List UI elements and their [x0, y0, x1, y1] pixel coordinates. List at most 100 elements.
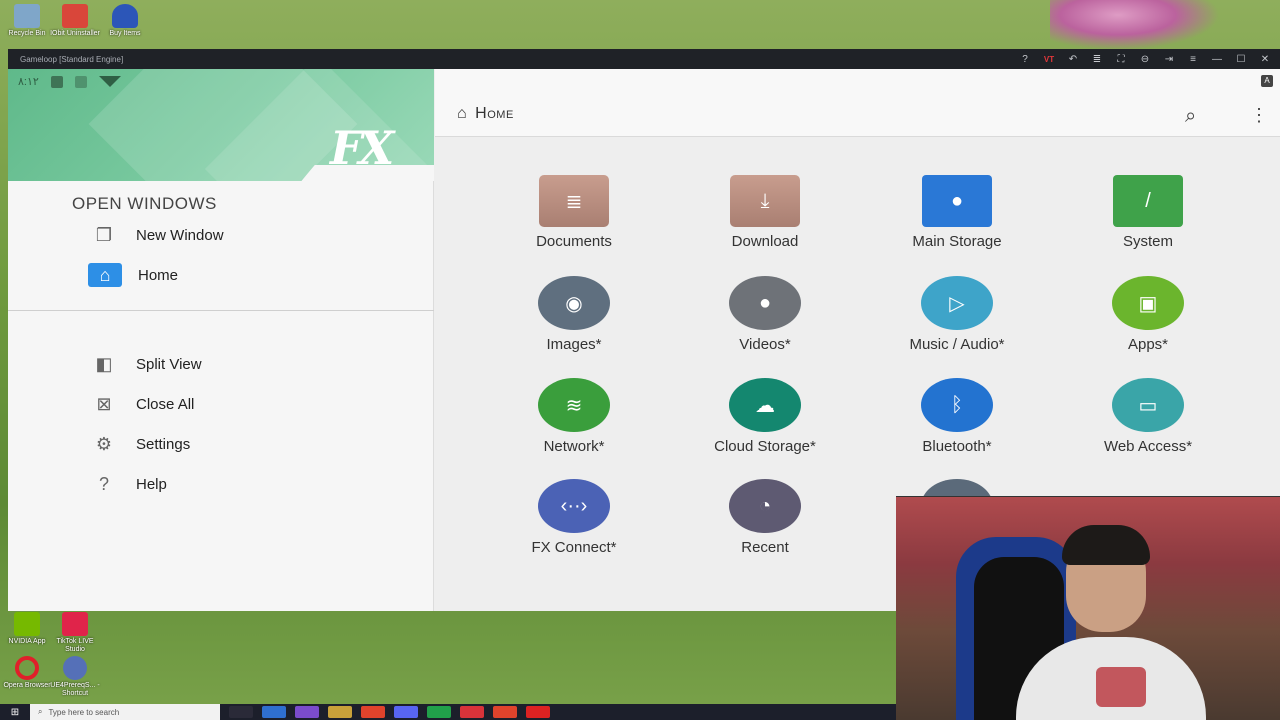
apps-icon: ▣ — [1112, 276, 1184, 330]
drawer-item-label: New Window — [136, 226, 224, 244]
minimize-icon[interactable]: — — [1208, 54, 1226, 65]
drawer-item-label: Home — [138, 266, 179, 284]
location-item[interactable]: ▭ Web Access* — [1073, 378, 1223, 455]
location-item[interactable]: ▣ Apps* — [1073, 276, 1223, 353]
windows-taskbar: ⊞ ⌕ Type here to search — [0, 704, 896, 720]
toolbar: A ⌂ Home ⌕ ⋮ — [435, 69, 1280, 137]
location-item[interactable]: ◔ Recent — [690, 479, 840, 556]
taskbar-app-icon[interactable] — [328, 706, 352, 718]
location-label: Apps* — [1127, 336, 1169, 353]
drawer-header: ٨:١٢ FX — [8, 69, 434, 181]
desktop-icon-ue4[interactable]: UE4PrereqS... - Shortcut — [48, 656, 102, 698]
windows-start-icon[interactable]: ⊞ — [0, 707, 30, 718]
recycle-bin-icon — [14, 4, 40, 28]
close-icon[interactable]: ✕ — [1256, 54, 1274, 65]
keyboard-badge: A — [1261, 75, 1273, 87]
taskbar-app-icon[interactable] — [427, 706, 451, 718]
location-label: Documents — [536, 233, 612, 250]
toolbox-icon[interactable]: ≣ — [1088, 54, 1106, 65]
buy-icon — [112, 4, 138, 28]
network-icon: ≋ — [538, 378, 610, 432]
desktop-icon-tiktok[interactable]: TikTok LIVE Studio — [48, 612, 102, 654]
ue4-icon — [63, 656, 87, 680]
desktop-icon-nvidia[interactable]: NVIDIA App — [0, 612, 54, 646]
iobit-icon — [62, 4, 88, 28]
drawer-item-home[interactable]: ⌂ Home — [88, 261, 178, 289]
system-icon: / — [1113, 175, 1183, 227]
drawer-item-label: Help — [136, 475, 167, 493]
location-label: Images* — [546, 336, 602, 353]
vt-icon[interactable]: VT — [1040, 55, 1058, 64]
taskbar-search-placeholder: Type here to search — [48, 707, 120, 717]
recent-icon: ◔ — [729, 479, 801, 533]
close-all-icon: ⊠ — [96, 393, 112, 414]
location-label: Videos* — [739, 336, 791, 353]
search-icon[interactable]: ⌕ — [1185, 105, 1196, 128]
location-item[interactable]: ≋ Network* — [499, 378, 649, 455]
wifi-icon — [98, 76, 121, 87]
taskbar-app-icon[interactable] — [262, 706, 286, 718]
split-view-icon: ◧ — [95, 353, 113, 374]
drawer-item-settings[interactable]: ⚙ Settings — [88, 430, 190, 458]
taskbar-app-icon[interactable] — [295, 706, 319, 718]
drawer-item-label: Settings — [136, 435, 191, 453]
desktop-icon-opera[interactable]: Opera Browser — [0, 656, 54, 690]
drawer-item-help[interactable]: ? Help — [88, 470, 167, 498]
taskbar-app-icon[interactable] — [460, 706, 484, 718]
location-label: Download — [731, 233, 799, 250]
drawer-item-new-window[interactable]: ❐ New Window — [88, 221, 224, 249]
more-vert-icon[interactable]: ⋮ — [1250, 105, 1268, 126]
documents-icon: ≣ — [539, 175, 609, 227]
desktop-icon-label: NVIDIA App — [8, 638, 46, 645]
sidebar-toggle-icon[interactable]: ⇥ — [1160, 54, 1178, 65]
navigation-drawer: ٨:١٢ FX OPEN WINDOWS ❐ New Window ⌂ Home… — [8, 69, 434, 611]
taskbar-app-icon[interactable] — [361, 706, 385, 718]
no-sim-icon — [74, 75, 87, 88]
taskbar-app-icon[interactable] — [229, 706, 253, 718]
help-icon[interactable]: ? — [1016, 54, 1034, 65]
location-item[interactable]: ‹··› FX Connect* — [499, 479, 649, 556]
menu-icon[interactable]: ≡ — [1184, 54, 1202, 65]
desktop-icon-iobit[interactable]: IObit Uninstaller — [48, 4, 102, 38]
webcam-shirt-logo — [1096, 667, 1146, 707]
section-title-open-windows: OPEN WINDOWS — [72, 194, 217, 213]
cloud-storage-icon: ☁ — [729, 378, 801, 432]
wallpaper-flower — [1050, 0, 1220, 50]
screenshot-icon[interactable]: ⊖ — [1136, 54, 1154, 65]
fullscreen-icon[interactable]: ⛶ — [1112, 54, 1130, 65]
drawer-item-close-all[interactable]: ⊠ Close All — [88, 390, 194, 418]
gear-icon: ⚙ — [95, 433, 113, 454]
location-item[interactable]: ◉ Images* — [499, 276, 649, 353]
drawer-divider — [8, 310, 434, 311]
desktop-icon-label: Recycle Bin — [8, 30, 46, 37]
desktop-icon-recycle-bin[interactable]: Recycle Bin — [0, 4, 54, 38]
fx-logo: FX — [330, 121, 394, 175]
desktop-icon-label: IObit Uninstaller — [50, 30, 100, 37]
drawer-item-split-view[interactable]: ◧ Split View — [88, 350, 201, 378]
desktop-icon-label: UE4PrereqS... - Shortcut — [50, 682, 100, 697]
taskbar-app-icon[interactable] — [493, 706, 517, 718]
breadcrumb-label: Home — [475, 105, 514, 122]
desktop-icon-buy[interactable]: Buy Items — [98, 4, 152, 38]
location-label: Main Storage — [912, 233, 1002, 250]
location-item[interactable]: ⤓ Download — [690, 175, 840, 250]
maximize-icon[interactable]: ☐ — [1232, 54, 1250, 65]
emulator-titlebar: Gameloop [Standard Engine] ? VT ↶ ≣ ⛶ ⊖ … — [8, 49, 1280, 69]
notification-icon — [50, 75, 63, 88]
location-item[interactable]: ▷ Music / Audio* — [882, 276, 1032, 353]
location-item[interactable]: ● Videos* — [690, 276, 840, 353]
location-label: Recent — [741, 539, 789, 556]
taskbar-search[interactable]: ⌕ Type here to search — [30, 704, 220, 720]
taskbar-app-icon[interactable] — [394, 706, 418, 718]
breadcrumb[interactable]: ⌂ Home — [457, 105, 514, 123]
undo-icon[interactable]: ↶ — [1064, 54, 1082, 65]
fx-connect-icon: ‹··› — [538, 479, 610, 533]
location-item[interactable]: ≣ Documents — [499, 175, 649, 250]
location-item[interactable]: / System — [1073, 175, 1223, 250]
taskbar-app-icon[interactable] — [526, 706, 550, 718]
location-item[interactable]: ● Main Storage — [882, 175, 1032, 250]
location-item[interactable]: ᛒ Bluetooth* — [882, 378, 1032, 455]
webcam-person-hair — [1062, 525, 1150, 565]
status-bar: ٨:١٢ — [18, 75, 121, 88]
location-item[interactable]: ☁ Cloud Storage* — [690, 378, 840, 455]
